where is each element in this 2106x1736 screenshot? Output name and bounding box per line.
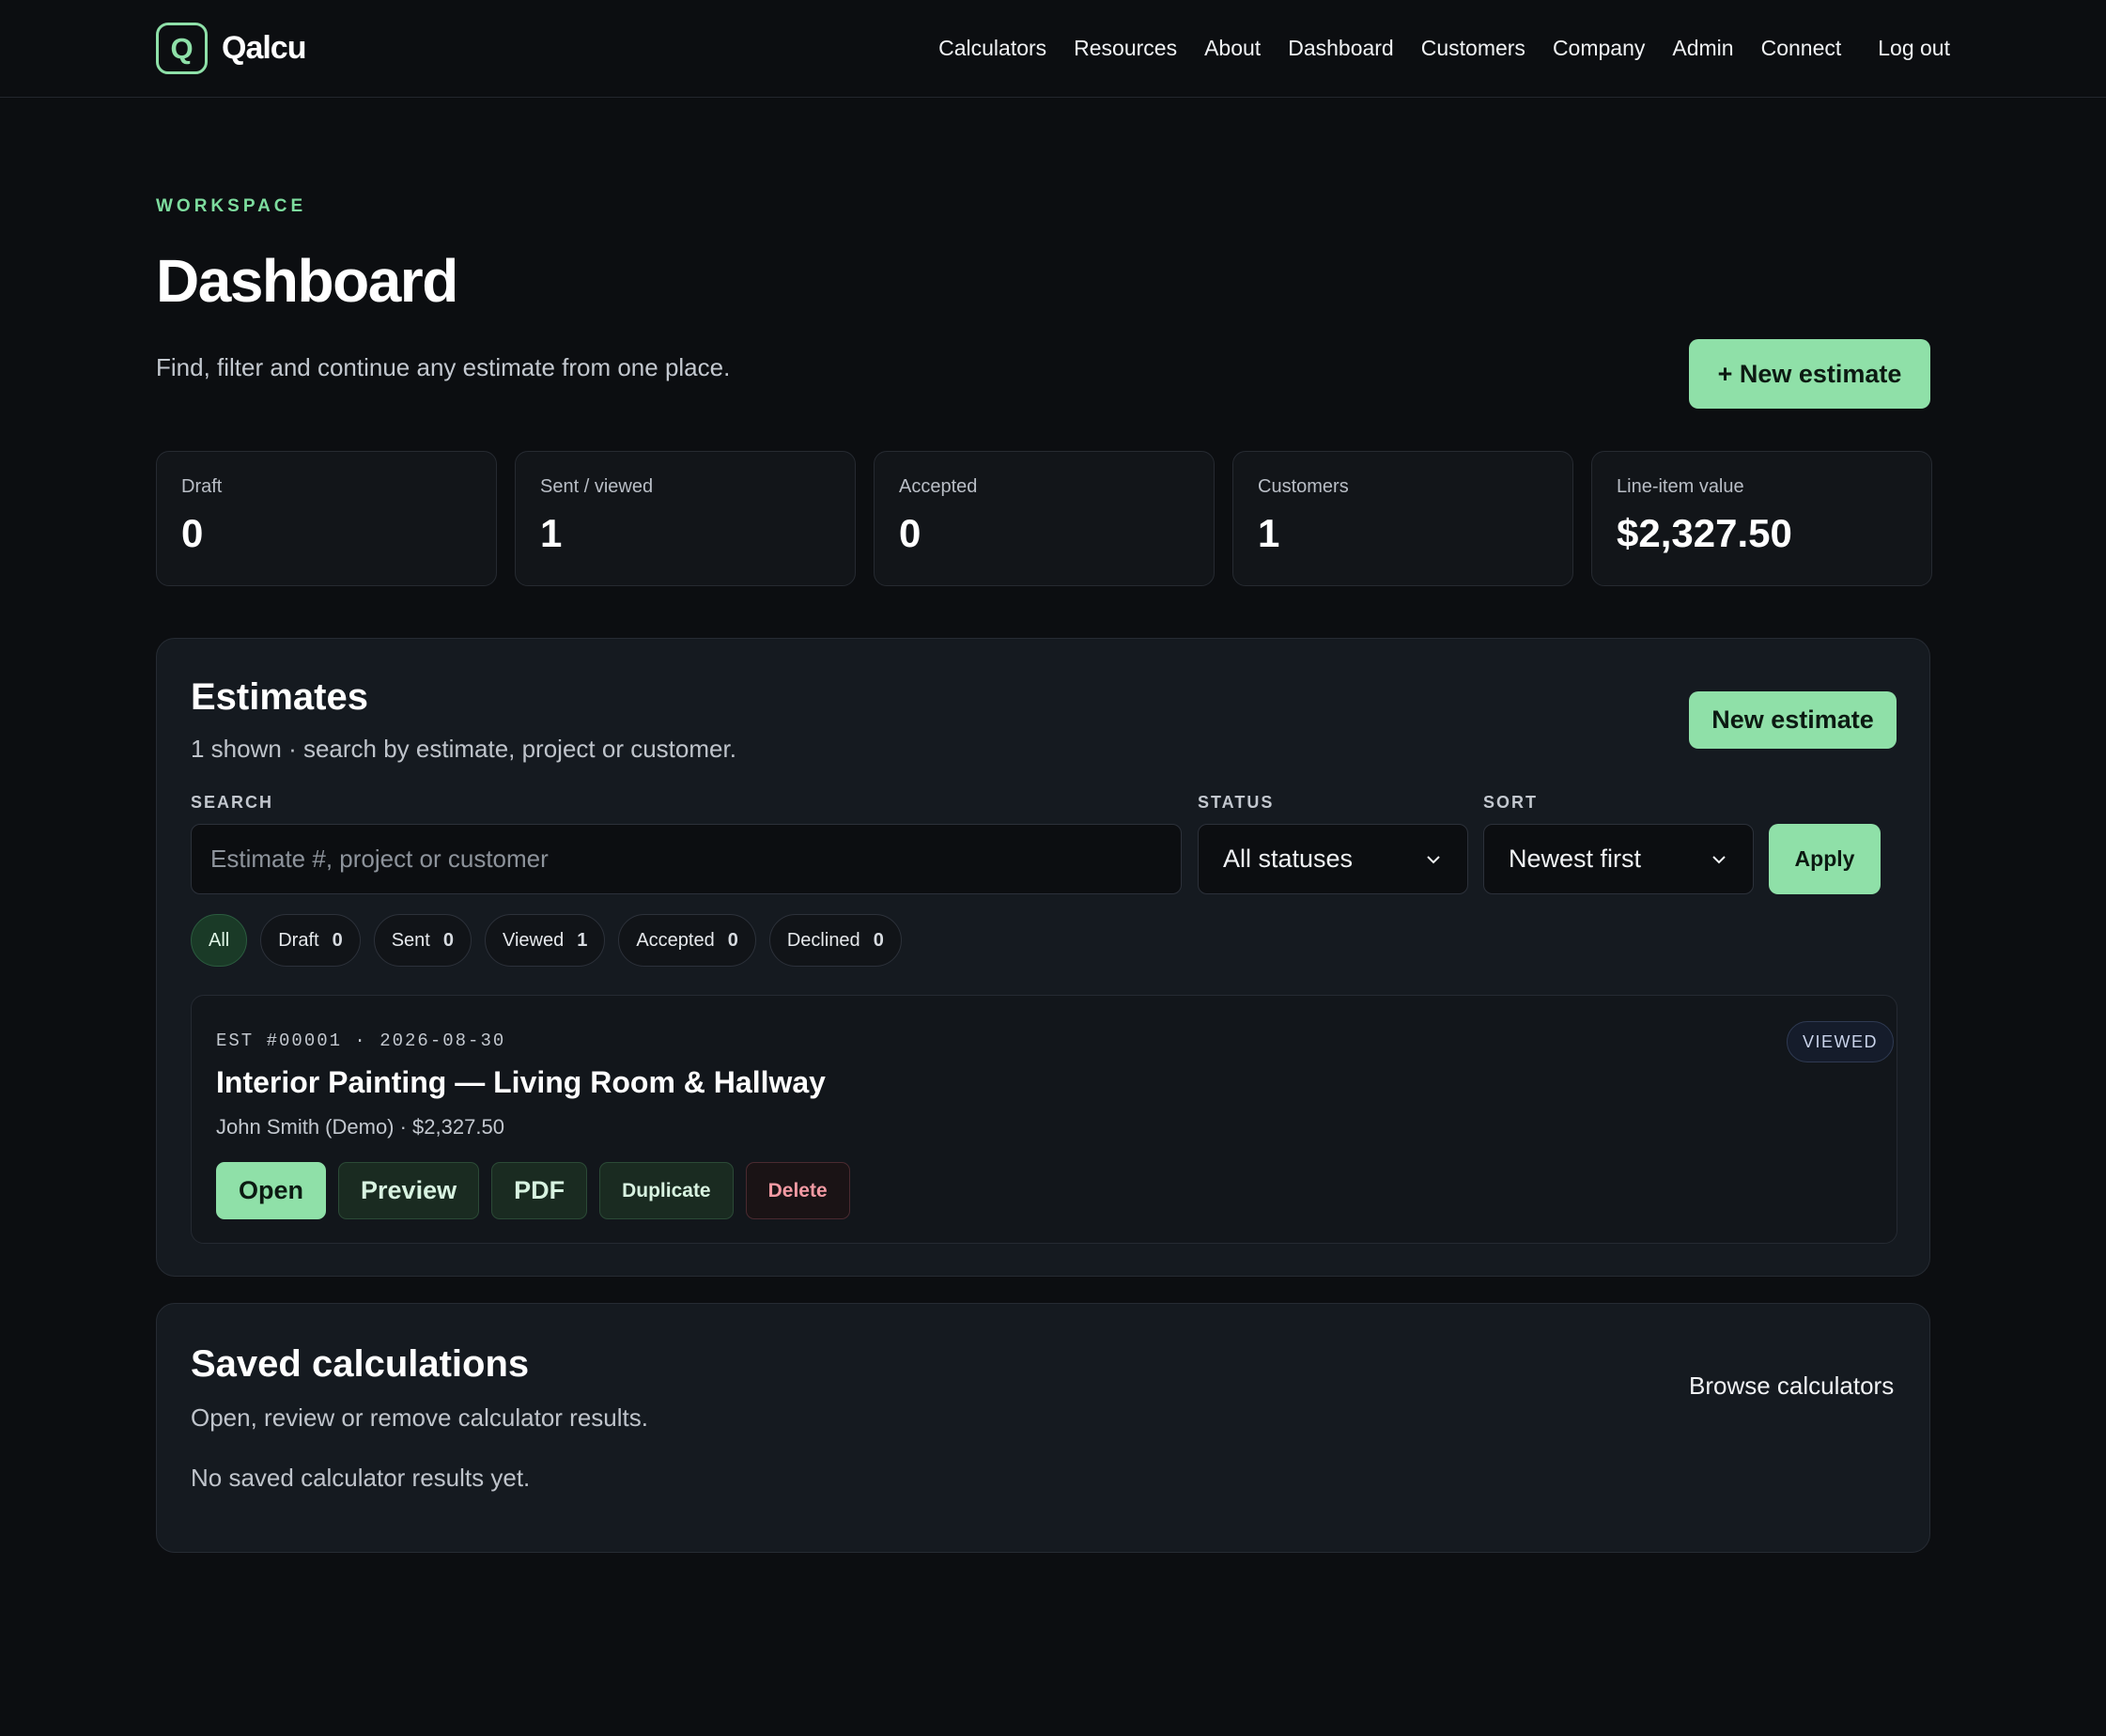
chevron-down-icon (1712, 855, 1726, 863)
stat-label: Line-item value (1617, 476, 1744, 497)
top-navbar: Q Qalcu Calculators Resources About Dash… (0, 0, 2106, 98)
chip-count: 0 (442, 929, 454, 951)
stat-label: Customers (1258, 476, 1349, 497)
section-eyebrow: WORKSPACE (156, 196, 307, 216)
chip-label: All (209, 929, 230, 951)
sort-select-value: Newest first (1509, 845, 1642, 873)
app-name: Qalcu (222, 30, 306, 66)
delete-button[interactable]: Delete (745, 1162, 850, 1219)
estimates-title: Estimates (191, 676, 368, 718)
stats-row: Draft 0 Sent / viewed 1 Accepted 0 Custo… (156, 451, 1932, 586)
logo[interactable]: Q Qalcu (156, 23, 306, 74)
stat-card-value: Line-item value $2,327.50 (1591, 451, 1932, 586)
status-filter-chips: All Draft 0 Sent 0 Viewed 1 Accepted 0 D… (191, 914, 902, 967)
filter-chip-accepted[interactable]: Accepted 0 (618, 914, 756, 967)
logo-icon: Q (156, 23, 208, 74)
stat-card-customers: Customers 1 (1232, 451, 1573, 586)
chip-count: 0 (873, 929, 884, 951)
chip-label: Declined (786, 929, 860, 951)
pdf-button[interactable]: PDF (491, 1162, 588, 1219)
open-button[interactable]: Open (216, 1162, 327, 1219)
chip-label: Sent (391, 929, 430, 951)
main-nav: Calculators Resources About Dashboard Cu… (938, 36, 1950, 61)
saved-subtitle: Open, review or remove calculator result… (191, 1403, 648, 1432)
status-badge: VIEWED (1787, 1021, 1895, 1062)
page-title: Dashboard (156, 247, 458, 315)
filter-chip-all[interactable]: All (191, 914, 248, 967)
preview-button[interactable]: Preview (338, 1162, 480, 1219)
estimate-title[interactable]: Interior Painting — Living Room & Hallwa… (216, 1065, 826, 1100)
stat-value: 1 (1258, 511, 1280, 555)
filter-chip-draft[interactable]: Draft 0 (260, 914, 361, 967)
stat-card-accepted: Accepted 0 (874, 451, 1215, 586)
stat-card-draft: Draft 0 (156, 451, 497, 586)
nav-connect[interactable]: Connect (1761, 36, 1842, 61)
stat-label: Sent / viewed (540, 476, 654, 497)
chip-count: 1 (577, 929, 588, 951)
logout-link[interactable]: Log out (1878, 36, 1950, 61)
nav-calculators[interactable]: Calculators (938, 36, 1046, 61)
estimate-customer: John Smith (Demo) · $2,327.50 (216, 1115, 504, 1139)
stat-label: Draft (181, 476, 223, 497)
nav-dashboard[interactable]: Dashboard (1288, 36, 1394, 61)
status-select-value: All statuses (1223, 845, 1354, 873)
page-subtitle: Find, filter and continue any estimate f… (156, 353, 731, 381)
chip-label: Draft (278, 929, 319, 951)
filter-chip-viewed[interactable]: Viewed 1 (484, 914, 606, 967)
chevron-down-icon (1427, 855, 1440, 863)
sort-label: SORT (1483, 793, 1539, 812)
nav-company[interactable]: Company (1553, 36, 1645, 61)
saved-title: Saved calculations (191, 1343, 530, 1385)
estimates-panel: Estimates 1 shown · search by estimate, … (156, 638, 1930, 1277)
status-label: STATUS (1198, 793, 1275, 812)
chip-label: Viewed (502, 929, 565, 951)
stat-value: 0 (181, 511, 204, 555)
chip-count: 0 (727, 929, 738, 951)
nav-admin[interactable]: Admin (1672, 36, 1733, 61)
stat-value: $2,327.50 (1617, 511, 1792, 555)
chip-label: Accepted (636, 929, 715, 951)
estimate-card: EST #00001 · 2026-08-30 Interior Paintin… (191, 995, 1897, 1244)
stat-value: 1 (540, 511, 563, 555)
stat-label: Accepted (899, 476, 978, 497)
search-input[interactable] (191, 824, 1182, 894)
status-select[interactable]: All statuses (1198, 824, 1468, 894)
filter-chip-declined[interactable]: Declined 0 (768, 914, 902, 967)
sort-select[interactable]: Newest first (1483, 824, 1754, 894)
stat-value: 0 (899, 511, 921, 555)
new-estimate-button[interactable]: + New estimate (1689, 339, 1930, 409)
search-label: SEARCH (191, 793, 274, 812)
apply-button[interactable]: Apply (1769, 824, 1881, 894)
duplicate-button[interactable]: Duplicate (599, 1162, 734, 1219)
saved-calculations-panel: Saved calculations Open, review or remov… (156, 1303, 1930, 1553)
nav-about[interactable]: About (1204, 36, 1261, 61)
stat-card-sent: Sent / viewed 1 (515, 451, 856, 586)
nav-resources[interactable]: Resources (1074, 36, 1177, 61)
nav-customers[interactable]: Customers (1421, 36, 1525, 61)
new-estimate-panel-button[interactable]: New estimate (1689, 691, 1897, 749)
browse-calculators-link[interactable]: Browse calculators (1689, 1372, 1894, 1401)
estimate-meta: EST #00001 · 2026-08-30 (216, 1031, 506, 1051)
saved-empty-text: No saved calculator results yet. (191, 1464, 531, 1492)
estimates-subtitle: 1 shown · search by estimate, project or… (191, 735, 736, 763)
filter-chip-sent[interactable]: Sent 0 (373, 914, 472, 967)
chip-count: 0 (332, 929, 343, 951)
estimate-actions: Open Preview PDF Duplicate Delete (216, 1162, 850, 1219)
